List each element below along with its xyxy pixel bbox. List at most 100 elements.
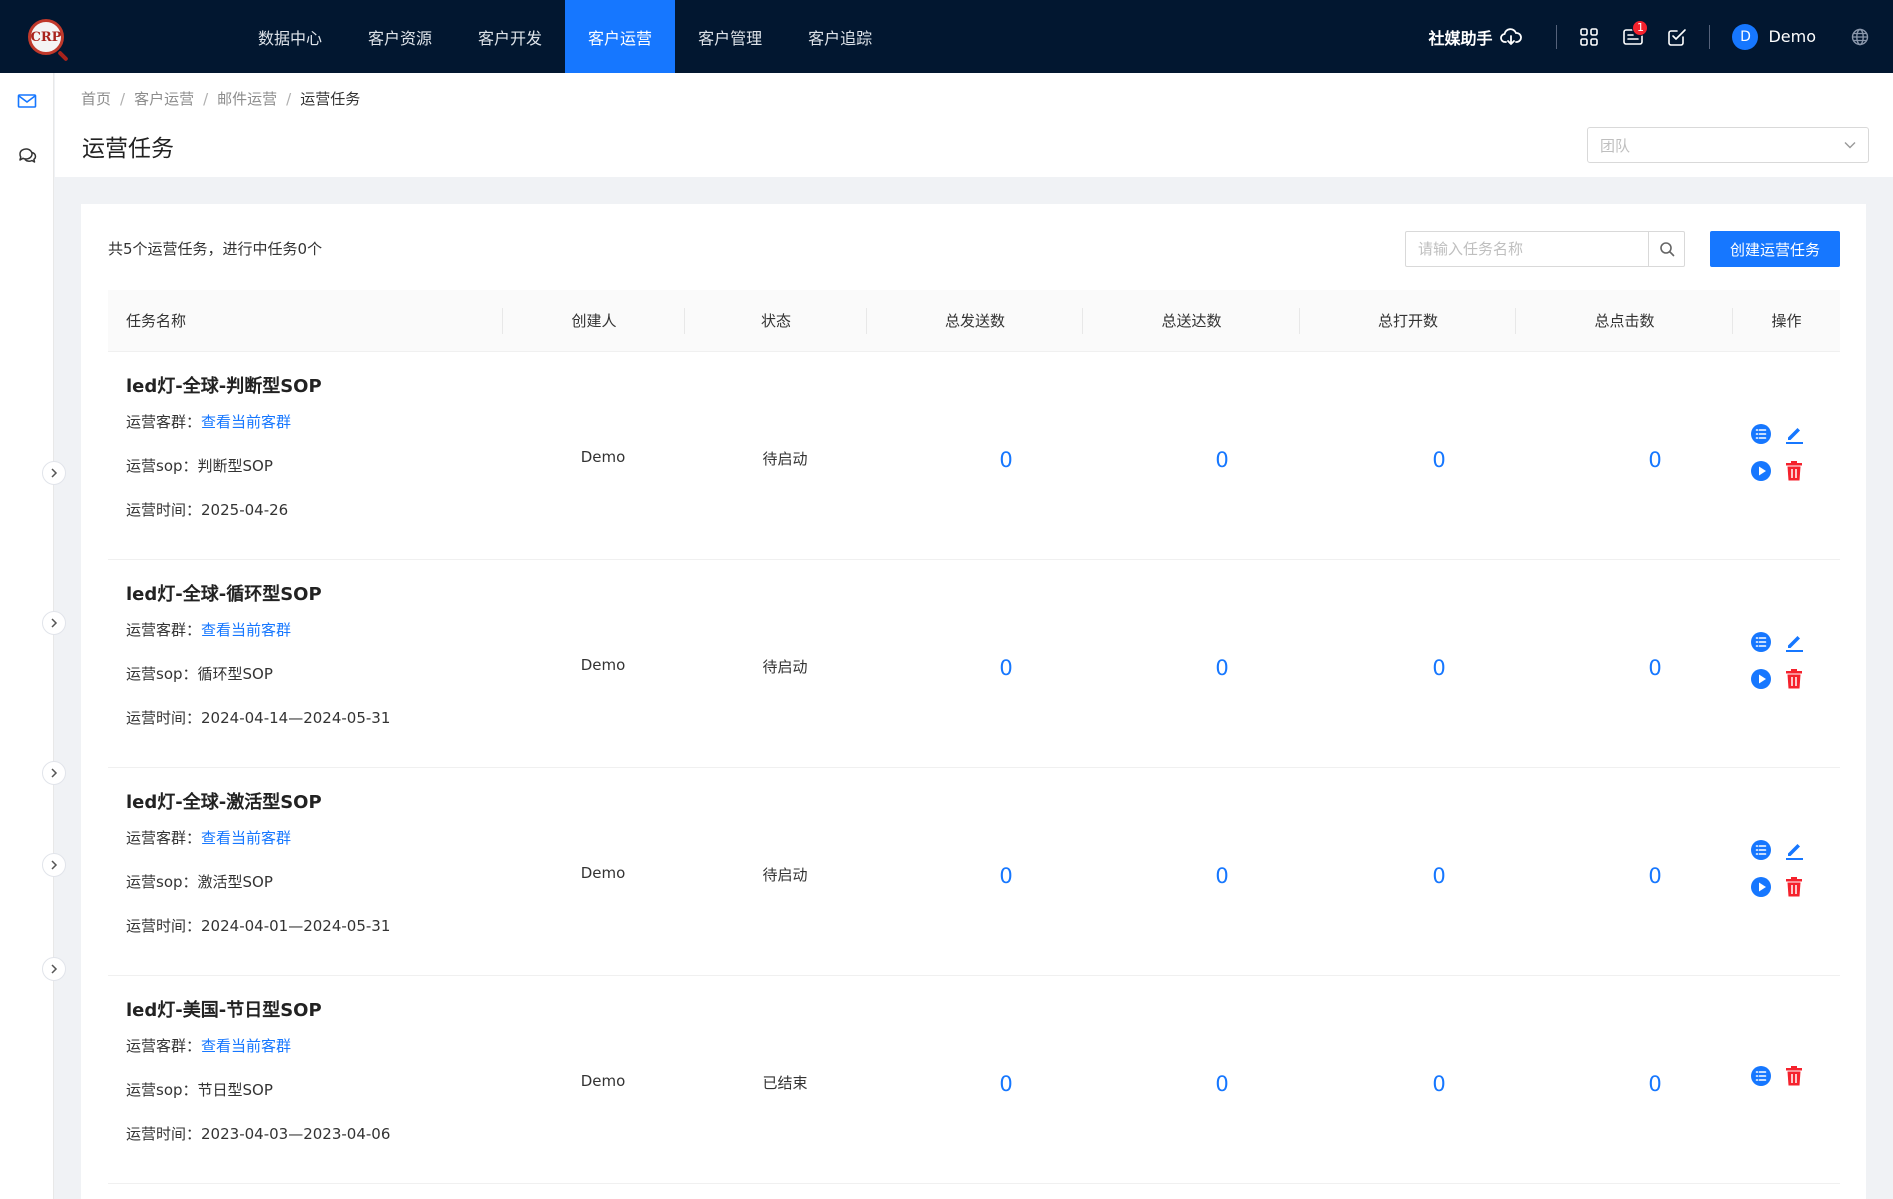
total-sent-value[interactable]: 0: [946, 1072, 1066, 1096]
task-name-cell: led灯-全球-循环型SOP 运营客群：查看当前客群 运营sop：循环型SOP …: [126, 580, 390, 748]
language-button[interactable]: [1843, 20, 1877, 54]
nav-item-customer-operations[interactable]: 客户运营: [565, 0, 676, 73]
task-group-line: 运营客群：查看当前客群: [126, 621, 292, 639]
left-side-rail: [0, 73, 54, 1199]
team-select-placeholder: 团队: [1600, 136, 1631, 155]
total-clicked-value[interactable]: 0: [1595, 448, 1715, 472]
breadcrumb-customer-operations[interactable]: 客户运营: [134, 88, 194, 109]
total-delivered-value[interactable]: 0: [1162, 448, 1282, 472]
task-time-line: 运营时间：2023-04-03—2023-04-06: [126, 1125, 391, 1143]
search-input[interactable]: [1406, 232, 1648, 266]
mail-icon[interactable]: [15, 89, 39, 113]
total-opened-value[interactable]: 0: [1379, 864, 1499, 888]
table-row: led灯-全球-激活型SOP 运营客群：查看当前客群 运营sop：激活型SOP …: [108, 768, 1840, 976]
task-title[interactable]: led灯-全球-循环型SOP: [126, 580, 390, 606]
team-select[interactable]: 团队: [1587, 127, 1869, 163]
view-group-link[interactable]: 查看当前客群: [201, 829, 291, 847]
social-helper-label: 社媒助手: [1428, 28, 1493, 48]
create-task-button[interactable]: 创建运营任务: [1710, 231, 1840, 267]
tasks-button[interactable]: [1660, 20, 1694, 54]
task-summary: 共5个运营任务，进行中任务0个: [108, 240, 323, 258]
total-clicked-value[interactable]: 0: [1595, 1072, 1715, 1096]
view-group-link[interactable]: 查看当前客群: [201, 1037, 291, 1055]
delete-trash-icon[interactable]: [1782, 667, 1806, 691]
edit-pencil-icon[interactable]: [1782, 630, 1806, 654]
toolbar-divider: [1709, 24, 1711, 49]
column-header-task-name: 任务名称: [108, 290, 503, 352]
total-delivered-value[interactable]: 0: [1162, 864, 1282, 888]
nav-item-customer-tracking[interactable]: 客户追踪: [785, 0, 895, 73]
edit-pencil-icon[interactable]: [1782, 838, 1806, 862]
total-sent-value[interactable]: 0: [946, 656, 1066, 680]
nav-item-data-center[interactable]: 数据中心: [235, 0, 345, 73]
task-search: [1405, 231, 1685, 267]
view-group-link[interactable]: 查看当前客群: [201, 413, 291, 431]
search-icon: [1659, 242, 1674, 257]
task-title[interactable]: led灯-美国-节日型SOP: [126, 996, 390, 1022]
creator-cell: Demo: [580, 1072, 626, 1090]
details-list-icon[interactable]: [1749, 630, 1773, 654]
search-button[interactable]: [1648, 232, 1684, 266]
task-name-cell: led灯-全球-判断型SOP 运营客群：查看当前客群 运营sop：判断型SOP …: [126, 372, 322, 540]
breadcrumb-email-operations[interactable]: 邮件运营: [217, 88, 277, 109]
nav-item-customer-management[interactable]: 客户管理: [675, 0, 785, 73]
status-cell: 待启动: [762, 450, 808, 468]
task-title[interactable]: led灯-全球-判断型SOP: [126, 372, 322, 398]
task-time-line: 运营时间：2024-04-14—2024-05-31: [126, 709, 391, 727]
chevron-right-icon: [51, 768, 58, 778]
total-opened-value[interactable]: 0: [1379, 448, 1499, 472]
task-group-line: 运营客群：查看当前客群: [126, 1037, 292, 1055]
breadcrumb-separator: /: [203, 89, 209, 108]
nav-item-customer-resources[interactable]: 客户资源: [345, 0, 455, 73]
main-nav: 数据中心 客户资源 客户开发 客户运营 客户管理 客户追踪: [235, 0, 895, 73]
details-list-icon[interactable]: [1749, 1064, 1773, 1088]
delete-trash-icon[interactable]: [1782, 875, 1806, 899]
total-delivered-value[interactable]: 0: [1162, 656, 1282, 680]
task-title[interactable]: led灯-全球-激活型SOP: [126, 788, 390, 814]
column-header-status: 状态: [685, 290, 867, 352]
row-expand-button[interactable]: [42, 957, 66, 981]
total-sent-value[interactable]: 0: [946, 864, 1066, 888]
column-header-total-opened: 总打开数: [1300, 290, 1516, 352]
total-opened-value[interactable]: 0: [1379, 1072, 1499, 1096]
social-helper-button[interactable]: 社媒助手: [1428, 25, 1523, 49]
globe-icon: [1851, 28, 1869, 45]
details-list-icon[interactable]: [1749, 422, 1773, 446]
play-start-icon[interactable]: [1749, 459, 1773, 483]
nav-item-customer-development[interactable]: 客户开发: [455, 0, 565, 73]
user-menu[interactable]: D Demo: [1732, 23, 1816, 50]
row-expand-button[interactable]: [42, 461, 66, 485]
delete-trash-icon[interactable]: [1782, 1064, 1806, 1088]
chat-bubbles-icon[interactable]: [15, 143, 39, 167]
delete-trash-icon[interactable]: [1782, 459, 1806, 483]
username: Demo: [1768, 27, 1816, 46]
task-sop-line: 运营sop：节日型SOP: [126, 1081, 273, 1099]
top-navigation-bar: CRP 数据中心 客户资源 客户开发 客户运营 客户管理 客户追踪 社媒助手 1…: [0, 0, 1893, 73]
play-start-icon[interactable]: [1749, 875, 1773, 899]
total-sent-value[interactable]: 0: [946, 448, 1066, 472]
column-header-total-delivered: 总送达数: [1083, 290, 1300, 352]
top-right-tools: 社媒助手 1 D Demo: [1428, 0, 1893, 73]
brand-logo[interactable]: CRP: [28, 19, 69, 62]
total-delivered-value[interactable]: 0: [1162, 1072, 1282, 1096]
row-expand-button[interactable]: [42, 853, 66, 877]
breadcrumb-separator: /: [120, 89, 126, 108]
notifications-button[interactable]: 1: [1616, 19, 1650, 54]
task-check-icon: [1668, 28, 1687, 46]
task-sop-line: 运营sop：判断型SOP: [126, 457, 273, 475]
creator-cell: Demo: [580, 656, 626, 674]
total-clicked-value[interactable]: 0: [1595, 656, 1715, 680]
page-header: 首页 / 客户运营 / 邮件运营 / 运营任务 运营任务 团队: [55, 73, 1893, 177]
breadcrumb-home[interactable]: 首页: [81, 88, 111, 109]
apps-grid-button[interactable]: [1572, 20, 1606, 54]
details-list-icon[interactable]: [1749, 838, 1773, 862]
total-opened-value[interactable]: 0: [1379, 656, 1499, 680]
edit-pencil-icon[interactable]: [1782, 422, 1806, 446]
play-start-icon[interactable]: [1749, 667, 1773, 691]
row-expand-button[interactable]: [42, 761, 66, 785]
row-expand-button[interactable]: [42, 611, 66, 635]
status-cell: 待启动: [762, 658, 808, 676]
view-group-link[interactable]: 查看当前客群: [201, 621, 291, 639]
total-clicked-value[interactable]: 0: [1595, 864, 1715, 888]
status-cell: 待启动: [762, 866, 808, 884]
